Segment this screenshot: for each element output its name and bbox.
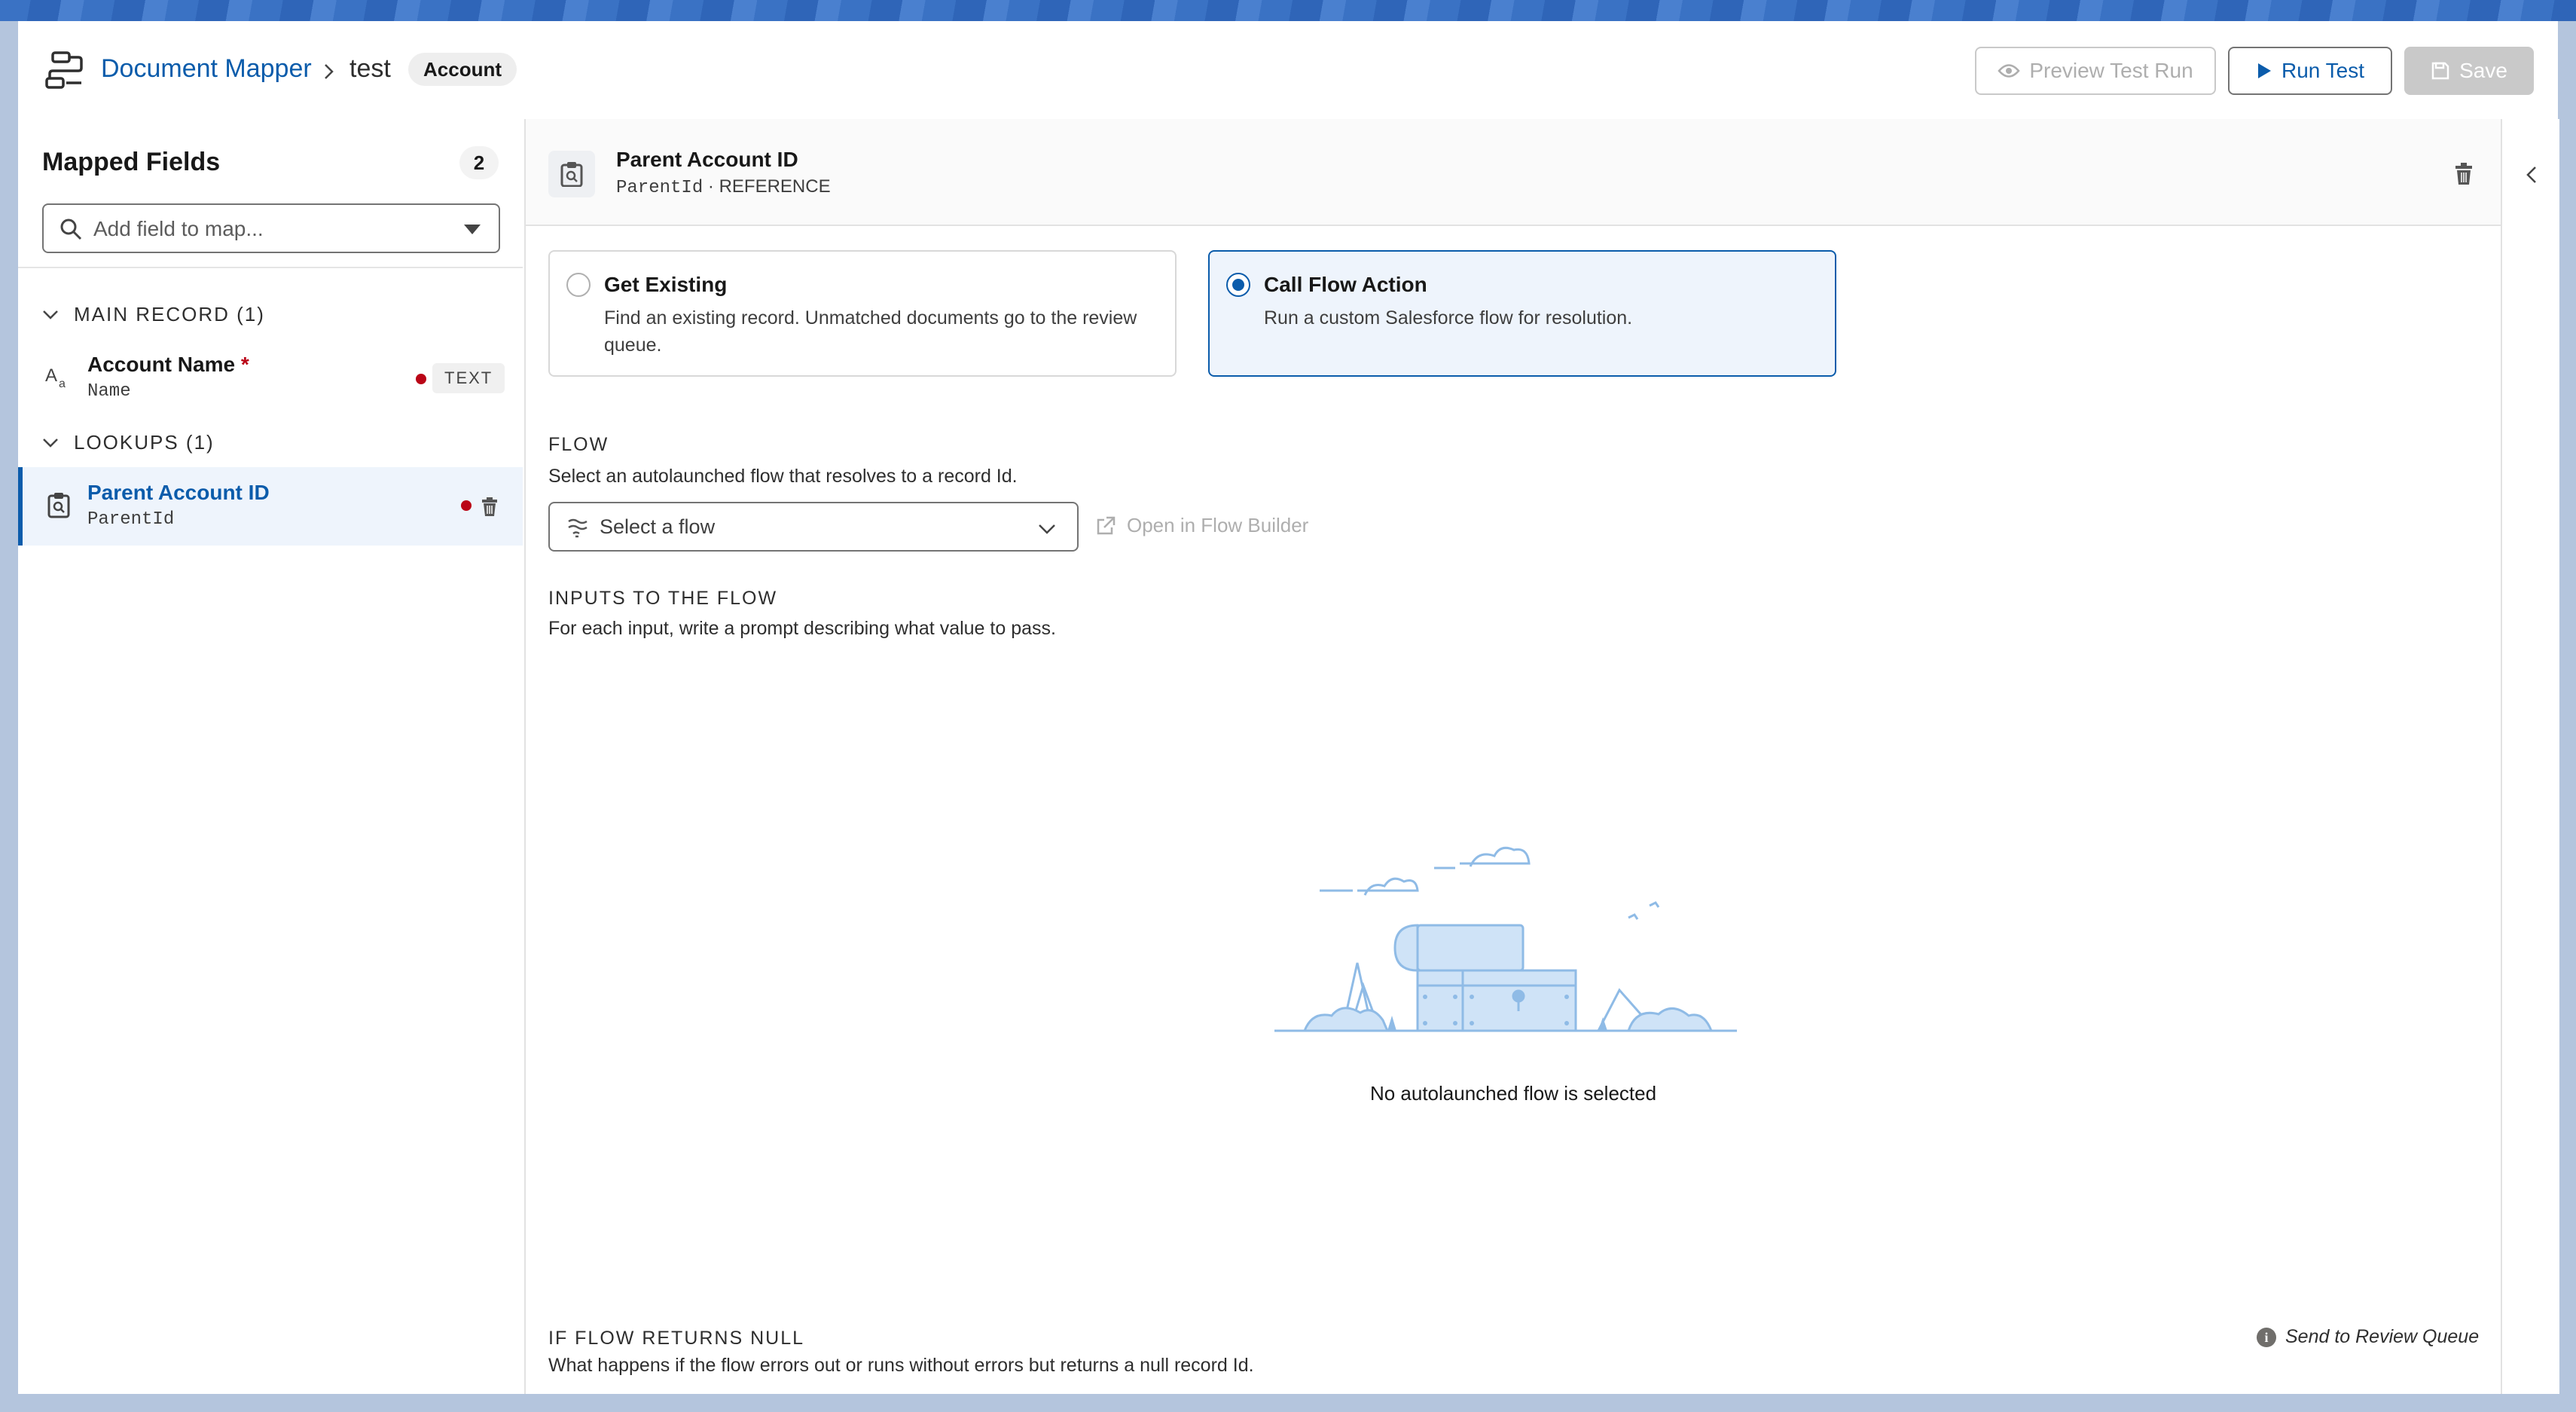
inputs-section-label: INPUTS TO THE FLOW [548, 588, 778, 609]
option-call-flow-action[interactable]: Call Flow Action Run a custom Salesforce… [1208, 250, 1836, 377]
collapse-rail [2501, 119, 2559, 1394]
flow-section-description: Select an autolaunched flow that resolve… [548, 466, 1018, 487]
field-detail-title: Parent Account ID [616, 148, 798, 171]
null-section-description: What happens if the flow errors out or r… [548, 1355, 1254, 1376]
svg-text:A: A [45, 365, 57, 386]
chevron-right-icon [325, 64, 334, 79]
eye-icon [1998, 64, 2020, 78]
flow-select-value: Select a flow [600, 515, 716, 538]
breadcrumb-app-title[interactable]: Document Mapper [101, 54, 312, 84]
run-test-label: Run Test [2281, 59, 2364, 82]
required-indicator: * [240, 353, 249, 376]
info-icon: i [2257, 1327, 2276, 1347]
desktop-background [0, 0, 2576, 21]
external-link-icon [1097, 516, 1116, 534]
chevron-down-icon [43, 310, 58, 319]
search-icon [60, 219, 82, 240]
save-label: Save [2459, 59, 2507, 82]
app-window: Document Mapper test Account Preview Tes… [18, 21, 2559, 1394]
object-badge: Account [408, 53, 517, 86]
svg-text:a: a [59, 377, 66, 390]
divider [18, 267, 523, 268]
preview-test-run-button[interactable]: Preview Test Run [1975, 47, 2216, 95]
add-field-combobox[interactable] [42, 203, 500, 253]
section-lookups-label: LOOKUPS (1) [74, 431, 215, 454]
window-frame-left [0, 21, 18, 1394]
caret-down-icon[interactable] [462, 222, 482, 237]
field-api-name: Name [87, 381, 131, 402]
field-detail-header: Parent Account ID ParentId · REFERENCE [526, 119, 2501, 226]
preview-test-run-label: Preview Test Run [2029, 59, 2193, 82]
play-icon [2258, 63, 2271, 78]
lookup-icon [548, 151, 595, 197]
field-row-account-name[interactable]: A a Account Name * Name TEXT [18, 339, 523, 417]
empty-state-message: No autolaunched flow is selected [1369, 1082, 1657, 1105]
null-action-label: Send to Review Queue [2285, 1326, 2480, 1347]
mapped-fields-title: Mapped Fields [42, 148, 221, 176]
null-action: i Send to Review Queue [2257, 1326, 2479, 1348]
open-in-flow-builder-label: Open in Flow Builder [1127, 514, 1309, 536]
field-detail-panel: Parent Account ID ParentId · REFERENCE G… [526, 119, 2501, 1394]
inputs-section-description: For each input, write a prompt describin… [548, 618, 1056, 639]
lookup-icon [47, 493, 70, 518]
document-mapper-icon [45, 51, 83, 89]
field-detail-subtitle: ParentId · REFERENCE [616, 176, 831, 198]
window-frame-bottom [0, 1394, 2576, 1412]
chevron-left-icon[interactable] [2522, 164, 2543, 185]
section-main-record-label: MAIN RECORD (1) [74, 303, 265, 325]
text-field-icon: A a [45, 365, 66, 390]
empty-state-illustration [1274, 846, 1737, 1032]
option-title: Call Flow Action [1264, 273, 1427, 296]
field-row-parent-account-id[interactable]: Parent Account ID ParentId [18, 467, 523, 546]
option-description: Run a custom Salesforce flow for resolut… [1264, 307, 1633, 329]
radio-call-flow-action[interactable] [1226, 273, 1250, 297]
trash-icon[interactable] [481, 497, 499, 517]
open-in-flow-builder-link[interactable]: Open in Flow Builder [1095, 514, 1308, 537]
option-title: Get Existing [604, 273, 728, 296]
section-lookups[interactable]: LOOKUPS (1) [41, 431, 215, 454]
null-section-label: IF FLOW RETURNS NULL [548, 1328, 805, 1349]
option-description: Find an existing record. Unmatched docum… [604, 307, 1137, 356]
field-type-badge: TEXT [432, 363, 505, 393]
save-icon [2431, 62, 2449, 80]
add-field-input[interactable] [92, 212, 441, 246]
mapped-fields-count: 2 [459, 146, 499, 179]
field-label: Parent Account ID [87, 481, 270, 504]
mapped-fields-panel: Mapped Fields 2 MAIN RECORD (1) A a Acco… [18, 119, 526, 1394]
field-label: Account Name * [87, 353, 249, 376]
delete-mapping-icon[interactable] [2454, 163, 2474, 185]
section-main-record[interactable]: MAIN RECORD (1) [41, 303, 265, 326]
radio-get-existing[interactable] [566, 273, 591, 297]
field-api-name: ParentId [87, 509, 175, 530]
flow-icon [568, 518, 588, 538]
chevron-down-icon [1039, 524, 1055, 534]
breadcrumb-current[interactable]: test [349, 54, 391, 84]
window-frame-right [2558, 21, 2576, 1394]
save-button[interactable]: Save [2404, 47, 2534, 95]
status-dot [416, 374, 426, 384]
option-get-existing[interactable]: Get Existing Find an existing record. Un… [548, 250, 1177, 377]
app-header: Document Mapper test Account Preview Tes… [18, 21, 2558, 121]
flow-select[interactable]: Select a flow [548, 502, 1079, 552]
run-test-button[interactable]: Run Test [2228, 47, 2392, 95]
status-dot [461, 500, 472, 511]
chevron-down-icon [43, 438, 58, 448]
flow-section-label: FLOW [548, 434, 609, 455]
